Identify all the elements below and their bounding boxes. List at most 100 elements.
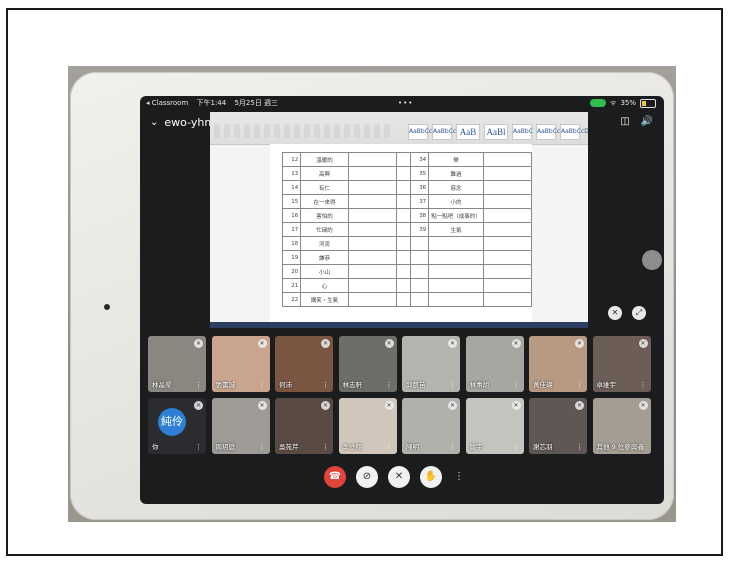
more-options-icon[interactable]: ⋮: [452, 466, 466, 488]
row-value-2: [482, 208, 533, 223]
more-options-icon[interactable]: ⋮: [322, 381, 329, 389]
row-value-2: [482, 152, 533, 167]
row-term: 在一來得: [300, 194, 349, 209]
row-gap: [395, 222, 411, 237]
participant-tile[interactable]: ✕ 張書誠 ⋮: [211, 336, 270, 392]
row-gap: [395, 180, 411, 195]
multitask-dots-icon[interactable]: •••: [398, 96, 413, 110]
participant-name: 吳苑芹: [279, 443, 299, 451]
row-number: 20: [281, 264, 302, 279]
row-term-2: [428, 292, 484, 307]
participant-tile[interactable]: ✕ 黃佳瑛 ⋮: [529, 336, 587, 392]
status-time: 下午1:44: [196, 99, 227, 107]
more-options-icon[interactable]: ⋮: [386, 381, 393, 389]
row-number: 12: [281, 152, 302, 167]
end-call-button[interactable]: ☎: [324, 466, 346, 488]
more-options-icon[interactable]: ⋮: [259, 381, 266, 389]
mic-off-icon[interactable]: ✕: [608, 306, 622, 320]
row-number-2: 38: [409, 208, 430, 223]
row-term: 忙碌的: [300, 222, 349, 237]
row-value: [347, 208, 397, 223]
row-value-2: [482, 166, 533, 181]
more-options-icon[interactable]: ⋮: [195, 443, 202, 451]
more-options-icon[interactable]: ⋮: [449, 443, 456, 451]
more-options-icon[interactable]: ⋮: [322, 443, 329, 451]
style-gallery: AaBbCcDd AaBbCcDd AaB AaBl AaBbC AaBbCcD…: [408, 124, 588, 140]
participant-tile[interactable]: ✕ 林晶渠 ⋮: [148, 336, 206, 392]
participant-tile[interactable]: ✕ 邱凱苗 ⋮: [402, 336, 460, 392]
row-term: 高興: [300, 166, 349, 181]
participant-tile[interactable]: ✕ 林志軒 ⋮: [338, 336, 397, 392]
participant-tile[interactable]: ✕ 卓維宇 ⋮: [592, 336, 651, 392]
fullscreen-icon[interactable]: ⤢: [632, 306, 646, 320]
switch-camera-icon[interactable]: ◫: [618, 116, 632, 128]
table-row: 13 高興 35 難過: [281, 166, 533, 181]
photo-frame: ◂ Classroom 下午1:44 5月25日 週三 ••• ᯤ 35% ⌄ …: [6, 8, 723, 556]
participant-tile[interactable]: ✕ 謝芯羽 ⋮: [529, 398, 587, 454]
participant-tile[interactable]: ✕ 其他 9 位參與者 ⋮: [592, 398, 651, 454]
table-row: 12 溫暖的 34 樂: [281, 152, 533, 167]
participant-tile[interactable]: ✕ 何沛 ⋮: [275, 336, 333, 392]
participant-tile[interactable]: ✕ 李立翔 ⋮: [338, 398, 397, 454]
more-options-icon[interactable]: ⋮: [640, 443, 647, 451]
row-number: 16: [281, 208, 302, 223]
participant-tile[interactable]: ✕ 晉宇 ⋮: [465, 398, 524, 454]
more-options-icon[interactable]: ⋮: [513, 443, 520, 451]
row-gap: [395, 250, 411, 265]
shared-screen: AaBbCcDd AaBbCcDd AaB AaBl AaBbC AaBbCcD…: [210, 112, 588, 328]
muted-mic-icon: ✕: [194, 401, 203, 410]
document-page: 12 溫暖的 34 樂 13 高興 35 難過 14 有仁 36 慈念 15 在一來得 37 小的 16 害怕的 3…: [270, 144, 533, 328]
row-value: [347, 152, 397, 167]
more-options-icon[interactable]: ⋮: [386, 443, 393, 451]
participant-tile[interactable]: ✕ 周玥庭 ⋮: [211, 398, 270, 454]
muted-mic-icon: ✕: [638, 339, 648, 348]
participant-tile[interactable]: ✕ 陳明 ⋮: [402, 398, 460, 454]
participant-tile[interactable]: ✕ 吳苑芹 ⋮: [275, 398, 333, 454]
row-number-2: [409, 236, 430, 251]
table-row: 15 在一來得 37 小的: [281, 194, 533, 209]
more-options-icon[interactable]: ⋮: [259, 443, 266, 451]
more-options-icon[interactable]: ⋮: [449, 381, 456, 389]
muted-mic-icon: ✕: [321, 339, 330, 348]
more-options-icon[interactable]: ⋮: [576, 381, 583, 389]
battery-percent: 35%: [620, 99, 636, 107]
row-value-2: [482, 194, 533, 209]
more-options-icon[interactable]: ⋮: [640, 381, 647, 389]
muted-mic-icon: ✕: [257, 339, 267, 348]
row-number: 17: [281, 222, 302, 237]
assistive-touch-button[interactable]: [642, 250, 662, 270]
row-number-2: 36: [409, 180, 430, 195]
ipad-screen: ◂ Classroom 下午1:44 5月25日 週三 ••• ᯤ 35% ⌄ …: [140, 96, 664, 504]
row-value-2: [482, 250, 533, 265]
muted-mic-icon: ✕: [321, 401, 330, 410]
more-options-icon[interactable]: ⋮: [195, 381, 202, 389]
muted-mic-icon: ✕: [384, 339, 394, 348]
row-value-2: [482, 264, 533, 279]
row-term: 小山: [300, 264, 349, 279]
participant-tile[interactable]: 純伶 ✕ 你 ⋮: [148, 398, 206, 454]
front-camera-dot: [104, 304, 110, 310]
row-gap: [395, 166, 411, 181]
camera-off-button[interactable]: ⊘: [356, 466, 378, 488]
raise-hand-button[interactable]: ✋: [420, 466, 442, 488]
muted-mic-icon: ✕: [511, 401, 521, 410]
back-to-app-link[interactable]: ◂ Classroom: [146, 99, 188, 107]
row-term-2: [428, 236, 484, 251]
style-sample: AaBbCcDd: [432, 124, 465, 140]
participant-tile[interactable]: ✕ 林事胡 ⋮: [465, 336, 524, 392]
speaker-icon[interactable]: 🔊: [640, 116, 654, 128]
muted-mic-icon: ✕: [257, 401, 267, 410]
header-actions: ◫ 🔊: [618, 116, 654, 128]
row-value: [347, 250, 397, 265]
row-value-2: [482, 292, 533, 307]
row-term: 謙恭: [300, 250, 349, 265]
mic-off-button[interactable]: ✕: [388, 466, 410, 488]
row-number: 19: [281, 250, 302, 265]
more-options-icon[interactable]: ⋮: [576, 443, 583, 451]
row-term-2: 點一點吧（成事的）: [428, 208, 484, 223]
ipad-device: ◂ Classroom 下午1:44 5月25日 週三 ••• ᯤ 35% ⌄ …: [70, 72, 674, 520]
status-bar: ◂ Classroom 下午1:44 5月25日 週三 ••• ᯤ 35%: [140, 96, 664, 110]
more-options-icon[interactable]: ⋮: [513, 381, 520, 389]
chevron-down-icon[interactable]: ⌄: [150, 117, 158, 128]
table-row: 19 謙恭: [281, 250, 533, 265]
